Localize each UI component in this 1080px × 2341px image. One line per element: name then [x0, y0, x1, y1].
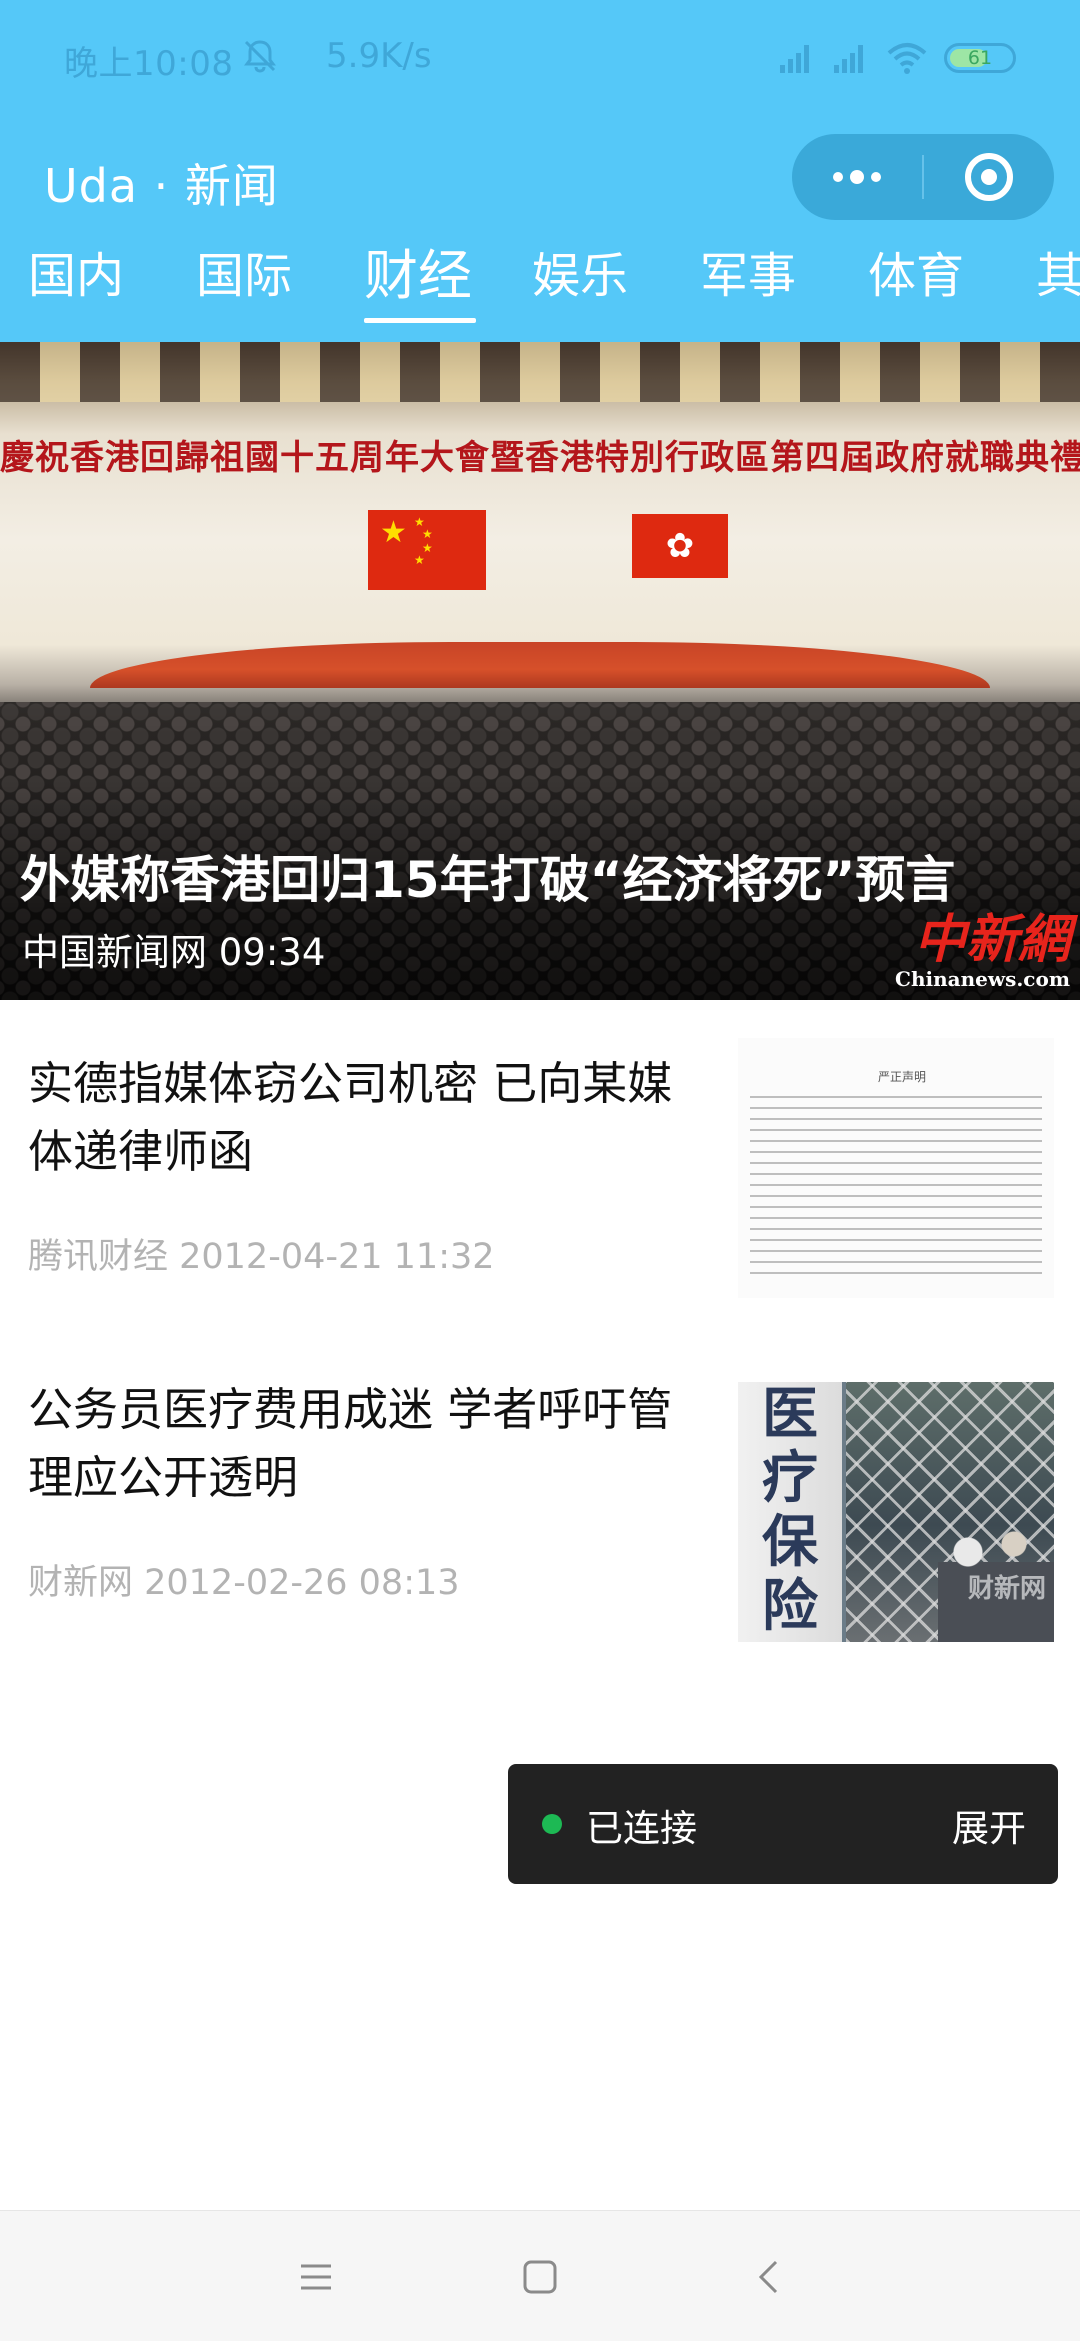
hero-stage	[90, 642, 990, 688]
sign-char: 疗	[762, 1445, 818, 1511]
expand-button[interactable]: 展开	[952, 1798, 1026, 1852]
status-dot-icon	[542, 1814, 562, 1834]
network-speed: 5.9K/s	[326, 36, 432, 76]
back-chevron-icon	[758, 2260, 778, 2294]
tab-domestic[interactable]: 国内	[28, 240, 124, 342]
status-time: 晚上10:08	[64, 44, 234, 84]
list-item[interactable]: 公务员医疗费用成迷 学者呼吁管理应公开透明 财新网 2012-02-26 08:…	[0, 1326, 1080, 1650]
tab-entertainment[interactable]: 娱乐	[532, 240, 628, 342]
app-header: 晚上10:08 5.9K/s 61 Uda · 新闻 国内 国际 财经 娱乐 军…	[0, 0, 1080, 342]
news-thumbnail: 严正声明	[738, 1038, 1054, 1298]
sign-char: 险	[762, 1573, 818, 1639]
tab-international[interactable]: 国际	[196, 240, 292, 342]
menu-icon	[301, 2264, 331, 2290]
tab-finance[interactable]: 财经	[364, 240, 472, 342]
sign-char: 保	[762, 1509, 818, 1575]
hospital-photo: 医 疗 保 险 财新网	[738, 1382, 1054, 1642]
connection-toast: 已连接 展开	[508, 1764, 1058, 1884]
hero-watermark: 中新網 Chinanews.com	[895, 909, 1070, 991]
battery-icon: 61	[944, 43, 1016, 73]
battery-label: 61	[967, 47, 993, 69]
news-meta: 腾讯财经 2012-04-21 11:32	[28, 1237, 495, 1277]
news-title: 实德指媒体窃公司机密 已向某媒体递律师函	[28, 1057, 673, 1178]
document-image: 严正声明	[738, 1038, 1054, 1298]
document-heading: 严正声明	[878, 1070, 927, 1084]
connection-status: 已连接	[586, 1807, 697, 1850]
watermark-logo: 中新網	[913, 909, 1070, 970]
china-flag-icon: ★ ★ ★ ★ ★	[368, 510, 486, 590]
sign-char: 医	[762, 1382, 818, 1447]
system-nav-bar	[0, 2210, 1080, 2341]
page-title: Uda · 新闻	[44, 159, 279, 213]
signal-icon	[834, 45, 863, 73]
list-item[interactable]: 实德指媒体窃公司机密 已向某媒体递律师函 腾讯财经 2012-04-21 11:…	[0, 1000, 1080, 1324]
wifi-icon	[887, 43, 927, 74]
close-button[interactable]	[924, 134, 1054, 220]
news-meta: 财新网 2012-02-26 08:13	[28, 1563, 460, 1603]
medical-insurance-sign: 医 疗 保 险	[738, 1382, 842, 1642]
mute-bell-icon	[244, 40, 276, 73]
news-thumbnail: 医 疗 保 险 财新网	[738, 1382, 1054, 1642]
more-button[interactable]	[792, 134, 922, 220]
category-tabs: 国内 国际 财经 娱乐 军事 体育 其	[0, 240, 1080, 342]
home-button[interactable]	[510, 2247, 570, 2307]
hero-meta: 中国新闻网 09:34	[22, 931, 326, 974]
more-icon	[833, 170, 881, 184]
status-bar: 晚上10:08 5.9K/s 61	[0, 0, 1080, 120]
hong-kong-flag-icon: ✿	[632, 514, 728, 578]
document-lines	[750, 1096, 1042, 1280]
status-icons: 61	[778, 38, 1016, 78]
thumbnail-watermark: 财新网	[967, 1574, 1046, 1604]
tab-other[interactable]: 其	[1036, 240, 1080, 342]
hero-banner-text: 慶祝香港回歸祖國十五周年大會暨香港特別行政區第四屆政府就職典禮	[0, 438, 1080, 478]
signal-icon	[780, 45, 809, 73]
news-title: 公务员医疗费用成迷 学者呼吁管理应公开透明	[28, 1383, 673, 1504]
watermark-domain: Chinanews.com	[895, 967, 1070, 991]
home-square-icon	[523, 2260, 557, 2294]
back-button[interactable]	[738, 2247, 798, 2307]
menu-button[interactable]	[286, 2247, 346, 2307]
close-target-icon	[965, 153, 1013, 201]
mini-program-capsule	[792, 134, 1054, 220]
hero-ceiling	[0, 342, 1080, 402]
hero-title: 外媒称香港回归15年打破“经济将死”预言	[20, 851, 956, 909]
hero-article[interactable]: 慶祝香港回歸祖國十五周年大會暨香港特別行政區第四屆政府就職典禮 ★ ★ ★ ★ …	[0, 342, 1080, 1000]
active-tab-indicator	[364, 318, 476, 323]
tab-sports[interactable]: 体育	[868, 240, 964, 342]
tab-military[interactable]: 军事	[700, 240, 796, 342]
